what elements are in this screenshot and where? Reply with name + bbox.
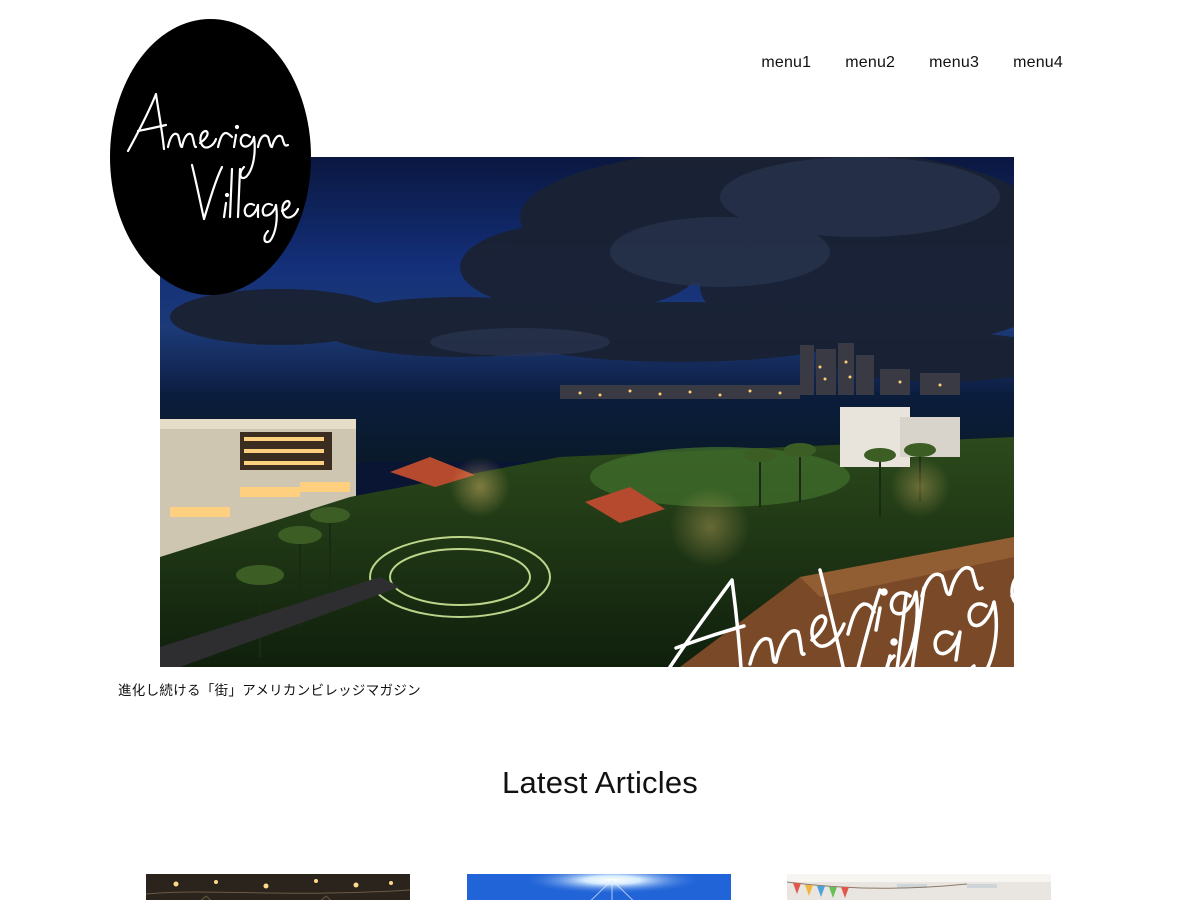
blue-sky-sun-thumbnail [467, 874, 731, 900]
cafe-interior-thumbnail [146, 874, 410, 900]
nav-item-menu3[interactable]: menu3 [929, 54, 979, 72]
site-tagline: 進化し続ける「街」アメリカンビレッジマガジン [118, 683, 421, 699]
nav-item-menu4[interactable]: menu4 [1013, 54, 1063, 72]
article-card[interactable] [146, 874, 410, 900]
main-nav: menu1 menu2 menu3 menu4 [727, 54, 1063, 72]
article-card[interactable] [787, 874, 1051, 900]
article-card[interactable] [467, 874, 731, 900]
site-logo[interactable] [110, 19, 311, 295]
american-village-logo-icon [126, 92, 300, 244]
latest-articles-title: Latest Articles [502, 765, 698, 800]
nav-item-menu2[interactable]: menu2 [845, 54, 895, 72]
bunting-flags-thumbnail [787, 874, 1051, 900]
nav-item-menu1[interactable]: menu1 [761, 54, 811, 72]
page: menu1 menu2 menu3 menu4 進化し続ける「街」アメリカンビレ… [0, 0, 1200, 900]
